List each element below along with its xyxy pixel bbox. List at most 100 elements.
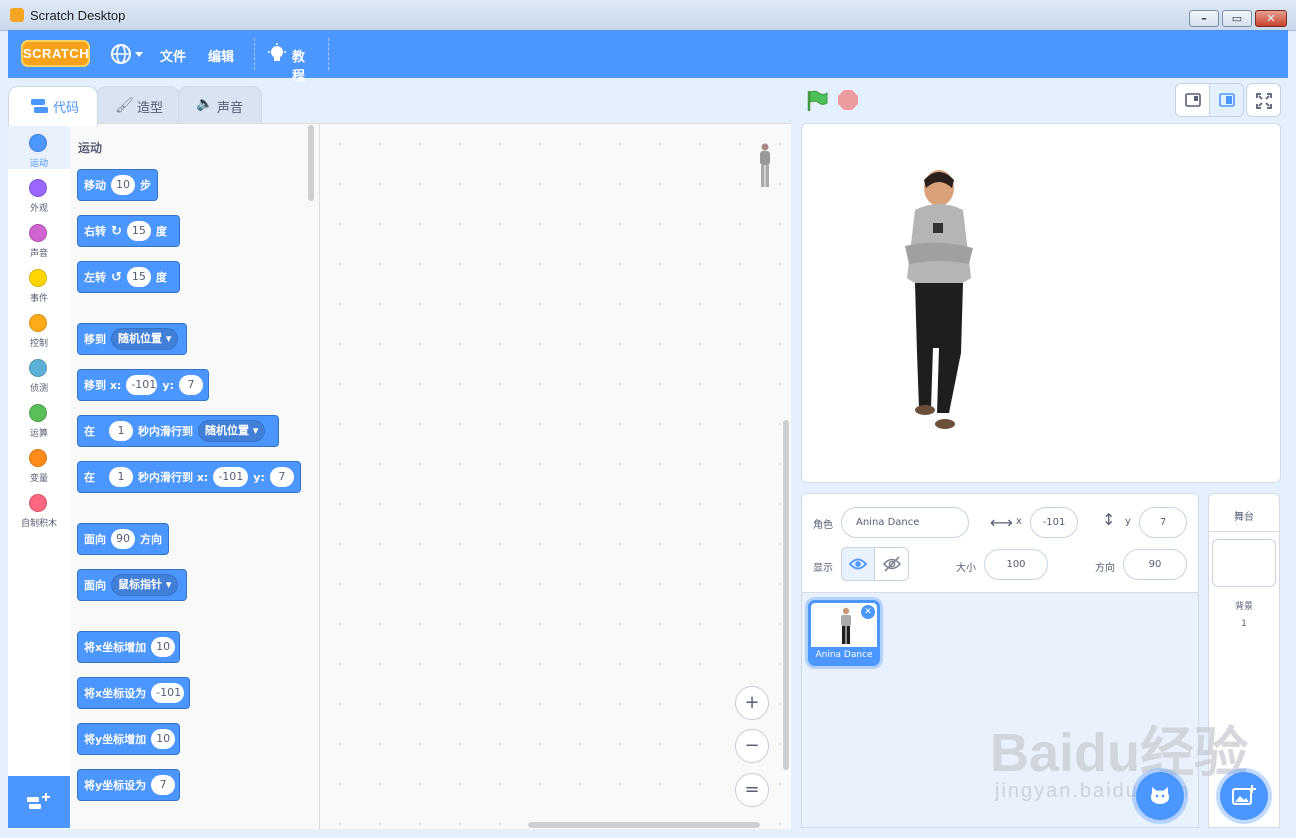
block-glide-xy[interactable]: 在 1 秒内滑行到 x: -101 y: 7 (77, 461, 301, 493)
category-item[interactable]: 运动 (8, 128, 70, 173)
small-stage-button[interactable] (1175, 83, 1210, 117)
choose-backdrop-button[interactable] (1220, 772, 1268, 820)
category-color-icon (29, 179, 47, 197)
category-item[interactable]: 控制 (8, 308, 70, 353)
zoom-reset-button[interactable]: = (735, 773, 769, 807)
degrees-input[interactable]: 15 (126, 221, 151, 241)
block-glide-to[interactable]: 在 1 秒内滑行到 随机位置 ▾ (77, 415, 279, 447)
category-color-icon (29, 494, 47, 512)
seconds-input[interactable]: 1 (109, 421, 133, 441)
x-change-input[interactable]: 10 (151, 637, 176, 657)
sprite-name-input[interactable]: Anina Dance (841, 507, 969, 538)
dropdown-arrow-icon: ▾ (252, 424, 259, 437)
backdrop-thumbnail[interactable] (1212, 539, 1276, 587)
category-item[interactable]: 自制积木 (8, 488, 70, 533)
vertical-arrows-icon: ↕ (1102, 510, 1116, 529)
block-change-x[interactable]: 将x坐标增加 10 (77, 631, 180, 663)
y-set-input[interactable]: 7 (151, 775, 176, 795)
delete-sprite-button[interactable]: ✕ (861, 605, 875, 619)
block-goto[interactable]: 移到 随机位置 ▾ (77, 323, 187, 355)
tutorials-menu[interactable]: 教程 (266, 43, 305, 84)
divider (1208, 531, 1280, 532)
language-button[interactable] (110, 43, 144, 69)
block-point-towards[interactable]: 面向 鼠标指针 ▾ (77, 569, 187, 601)
direction-input[interactable]: 90 (1123, 549, 1187, 580)
edit-menu[interactable]: 编辑 (208, 46, 234, 65)
size-input[interactable]: 100 (984, 549, 1048, 580)
y-input[interactable]: 7 (269, 467, 294, 487)
point-target-dropdown[interactable]: 鼠标指针 ▾ (111, 574, 179, 596)
category-color-icon (29, 314, 47, 332)
category-item[interactable]: 运算 (8, 398, 70, 443)
stop-button[interactable] (838, 90, 858, 110)
block-turn-left[interactable]: 左转 ↺ 15 度 (77, 261, 180, 293)
scratch-logo[interactable]: SCRATCH (21, 40, 90, 67)
sprite-name-label: 角色 (813, 520, 833, 531)
y-change-input[interactable]: 10 (151, 729, 176, 749)
seconds-input[interactable]: 1 (109, 467, 133, 487)
tab-code[interactable]: 代码 (8, 86, 98, 126)
glide-target-dropdown[interactable]: 随机位置 ▾ (198, 420, 266, 442)
menu-divider (254, 38, 256, 70)
category-item[interactable]: 事件 (8, 263, 70, 308)
workspace-vertical-scrollbar[interactable] (783, 420, 789, 770)
sprite-thumbnail-label: Anina Dance (811, 647, 877, 663)
palette-scrollbar[interactable] (308, 125, 314, 201)
degrees-input[interactable]: 15 (126, 267, 151, 287)
minimize-button[interactable]: – (1189, 10, 1219, 27)
y-position-input[interactable]: 7 (1139, 507, 1187, 538)
block-text: 面向 (84, 533, 106, 546)
block-text: 移到 (84, 333, 106, 346)
x-input[interactable]: -101 (213, 467, 249, 487)
window-titlebar (0, 0, 1296, 31)
add-extension-icon (27, 793, 50, 809)
block-goto-xy[interactable]: 移到 x: -101 y: 7 (77, 369, 209, 401)
block-move-steps[interactable]: 移动 10 步 (77, 169, 158, 201)
block-text: 将x坐标增加 (84, 641, 147, 654)
block-change-y[interactable]: 将y坐标增加 10 (77, 723, 180, 755)
stage[interactable] (801, 123, 1281, 483)
category-label: 变量 (29, 474, 48, 484)
eye-icon (849, 558, 867, 570)
workspace-horizontal-scrollbar[interactable] (528, 822, 760, 828)
category-item[interactable]: 变量 (8, 443, 70, 488)
zoom-out-button[interactable]: − (735, 729, 769, 763)
x-position-input[interactable]: -101 (1030, 507, 1078, 538)
tab-sounds[interactable]: 🔈 声音 (178, 86, 262, 124)
block-text: 秒内滑行到 x: (138, 471, 209, 484)
close-icon: ✕ (864, 607, 872, 617)
zoom-in-button[interactable]: + (735, 686, 769, 720)
direction-label: 方向 (1095, 563, 1115, 574)
category-item[interactable]: 侦测 (8, 353, 70, 398)
tab-costumes[interactable]: 🖌 造型 (96, 86, 180, 124)
block-point-direction[interactable]: 面向 90 方向 (77, 523, 169, 555)
show-sprite-button[interactable] (841, 547, 875, 581)
steps-input[interactable]: 10 (111, 175, 135, 195)
block-set-y[interactable]: 将y坐标设为 7 (77, 769, 180, 801)
category-item[interactable]: 外观 (8, 173, 70, 218)
y-input[interactable]: 7 (179, 375, 203, 395)
tab-code-label: 代码 (53, 101, 80, 116)
goto-target-dropdown[interactable]: 随机位置 ▾ (111, 328, 179, 350)
choose-sprite-button[interactable] (1136, 772, 1184, 820)
close-button[interactable]: ✕ (1255, 10, 1287, 27)
hide-sprite-button[interactable] (874, 547, 909, 581)
x-set-input[interactable]: -101 (151, 683, 184, 703)
block-turn-right[interactable]: 右转 ↻ 15 度 (77, 215, 180, 247)
x-input[interactable]: -101 (126, 375, 158, 395)
backdrops-label: 背景 (1234, 602, 1253, 612)
sprite-anina-dance[interactable] (897, 168, 983, 438)
file-menu[interactable]: 文件 (160, 46, 186, 65)
category-color-icon (29, 404, 47, 422)
maximize-button[interactable]: ▭ (1222, 10, 1252, 27)
green-flag-button[interactable] (806, 90, 828, 112)
block-text: y: (253, 470, 265, 484)
direction-input[interactable]: 90 (111, 529, 135, 549)
fullscreen-button[interactable] (1246, 83, 1281, 117)
category-item[interactable]: 声音 (8, 218, 70, 263)
script-workspace[interactable] (320, 123, 791, 829)
block-text: 右转 (84, 225, 106, 238)
add-extension-button[interactable] (8, 776, 70, 828)
block-set-x[interactable]: 将x坐标设为 -101 (77, 677, 190, 709)
normal-stage-button[interactable] (1209, 83, 1244, 117)
